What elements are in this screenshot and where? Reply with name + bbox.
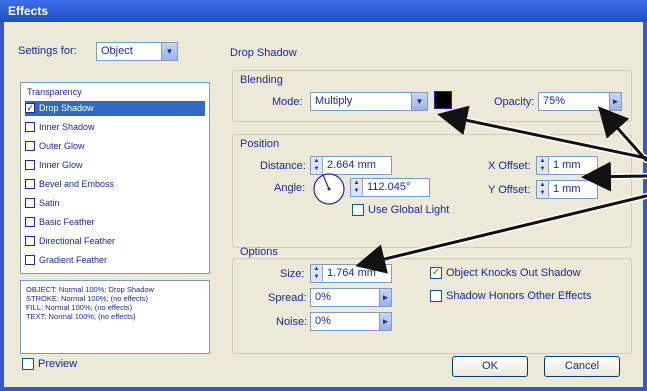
inner-glow-checkbox[interactable] (25, 160, 35, 170)
settings-for-label: Settings for: (18, 45, 77, 57)
list-item-label: Gradient Feather (39, 255, 108, 265)
spread-label: Spread: (268, 292, 307, 304)
spread-arrow-icon[interactable]: ► (379, 289, 391, 306)
blending-heading: Blending (240, 74, 283, 86)
effects-dialog: Effects Settings for: Object ▼ Transpare… (0, 0, 647, 391)
window-title: Effects (0, 0, 647, 22)
bevel-emboss-checkbox[interactable] (25, 179, 35, 189)
size-field[interactable]: ▲ ▼ 1.764 mm (310, 264, 392, 283)
list-header-transparency[interactable]: Transparency (25, 85, 205, 100)
size-stepper-icon[interactable]: ▲ ▼ (311, 265, 323, 282)
settings-for-value: Object (101, 45, 133, 57)
shadow-color-swatch[interactable] (434, 91, 452, 109)
noise-arrow-icon[interactable]: ► (379, 313, 391, 330)
angle-field[interactable]: ▲ ▼ 112.045° (350, 178, 430, 197)
spread-field[interactable]: 0% ► (310, 288, 392, 307)
opacity-field[interactable]: 75% ► (538, 92, 622, 111)
list-item-label: Outer Glow (39, 141, 85, 151)
use-global-light-label: Use Global Light (368, 204, 450, 216)
list-item-outer-glow[interactable]: Outer Glow (25, 139, 205, 154)
angle-stepper-icon[interactable]: ▲ ▼ (351, 179, 363, 196)
opacity-value: 75% (543, 95, 566, 107)
outer-glow-checkbox[interactable] (25, 141, 35, 151)
list-item-inner-glow[interactable]: Inner Glow (25, 158, 205, 173)
preview-label: Preview (38, 358, 78, 370)
angle-dial-icon[interactable] (312, 172, 346, 206)
noise-label: Noise: (276, 316, 308, 328)
list-item-inner-shadow[interactable]: Inner Shadow (25, 120, 205, 135)
angle-label: Angle: (274, 182, 306, 194)
object-knocks-out-checkbox[interactable]: ✓ (430, 267, 442, 279)
spread-value: 0% (315, 291, 331, 303)
dialog-body: Settings for: Object ▼ Transparency ✓ Dr… (4, 22, 643, 387)
shadow-honors-label: Shadow Honors Other Effects (446, 290, 592, 302)
list-item-gradient-feather[interactable]: Gradient Feather (25, 253, 205, 268)
x-offset-field[interactable]: ▲ ▼ 1 mm (536, 156, 598, 175)
mode-dropdown[interactable]: Multiply ▼ (310, 92, 428, 111)
inner-shadow-checkbox[interactable] (25, 122, 35, 132)
mode-value: Multiply (315, 95, 353, 107)
list-item-satin[interactable]: Satin (25, 196, 205, 211)
x-offset-label: X Offset: (488, 160, 531, 172)
distance-label: Distance: (260, 160, 306, 172)
use-global-light-checkbox[interactable] (352, 204, 364, 216)
list-item-label: Bevel and Emboss (39, 179, 115, 189)
effects-list: Transparency ✓ Drop Shadow Inner Shadow … (20, 82, 210, 274)
gradient-feather-checkbox[interactable] (25, 255, 35, 265)
shadow-honors-checkbox[interactable] (430, 290, 442, 302)
noise-field[interactable]: 0% ► (310, 312, 392, 331)
opacity-label: Opacity: (494, 96, 535, 108)
y-offset-field[interactable]: ▲ ▼ 1 mm (536, 180, 598, 199)
y-offset-stepper-icon[interactable]: ▲ ▼ (537, 181, 549, 198)
mode-label: Mode: (272, 96, 303, 108)
size-label: Size: (280, 268, 305, 280)
distance-value: 2.664 mm (327, 159, 376, 171)
preview-checkbox[interactable] (22, 358, 34, 370)
x-offset-stepper-icon[interactable]: ▲ ▼ (537, 157, 549, 174)
list-item-label: Directional Feather (39, 236, 116, 246)
summary-line: FILL: Normal 100%; (no effects) (26, 303, 133, 312)
list-item-label: Inner Glow (39, 160, 83, 170)
list-item-label: Satin (39, 198, 60, 208)
list-item-label: Inner Shadow (39, 122, 95, 132)
opacity-arrow-icon[interactable]: ► (609, 93, 621, 110)
noise-value: 0% (315, 315, 331, 327)
chevron-down-icon[interactable]: ▼ (411, 93, 427, 110)
object-knocks-out-label: Object Knocks Out Shadow (446, 267, 581, 279)
list-item-label: Basic Feather (39, 217, 95, 227)
satin-checkbox[interactable] (25, 198, 35, 208)
summary-line: STROKE: Normal 100%; (no effects) (26, 294, 148, 303)
cancel-button[interactable]: Cancel (544, 356, 620, 377)
size-value: 1.764 mm (327, 267, 376, 279)
settings-for-dropdown[interactable]: Object ▼ (96, 42, 178, 61)
chevron-down-icon[interactable]: ▼ (161, 43, 177, 60)
summary-line: TEXT: Normal 100%; (no effects) (26, 312, 136, 321)
summary-line: OBJECT: Normal 100%; Drop Shadow (26, 285, 154, 294)
x-offset-value: 1 mm (553, 159, 581, 171)
angle-value: 112.045° (367, 181, 411, 193)
y-offset-value: 1 mm (553, 183, 581, 195)
panel-title: Drop Shadow (230, 47, 297, 59)
list-item-drop-shadow[interactable]: ✓ Drop Shadow (25, 101, 205, 116)
options-heading: Options (240, 246, 278, 258)
directional-feather-checkbox[interactable] (25, 236, 35, 246)
list-item-bevel-emboss[interactable]: Bevel and Emboss (25, 177, 205, 192)
list-item-basic-feather[interactable]: Basic Feather (25, 215, 205, 230)
basic-feather-checkbox[interactable] (25, 217, 35, 227)
effects-summary: OBJECT: Normal 100%; Drop Shadow STROKE:… (20, 280, 210, 354)
list-item-label: Drop Shadow (39, 103, 94, 113)
y-offset-label: Y Offset: (488, 184, 531, 196)
ok-button[interactable]: OK (452, 356, 528, 377)
list-header-label: Transparency (27, 87, 82, 97)
drop-shadow-checkbox[interactable]: ✓ (25, 103, 35, 113)
position-heading: Position (240, 138, 280, 150)
list-item-directional-feather[interactable]: Directional Feather (25, 234, 205, 249)
